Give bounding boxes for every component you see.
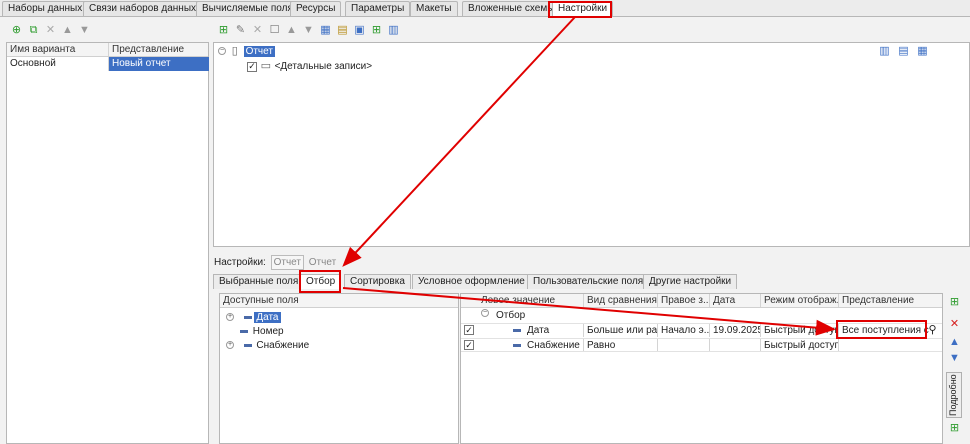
arrow-to-filter-tab (342, 16, 576, 267)
annotation-arrows (342, 16, 836, 336)
arrow-to-presentation-cell (342, 287, 836, 336)
